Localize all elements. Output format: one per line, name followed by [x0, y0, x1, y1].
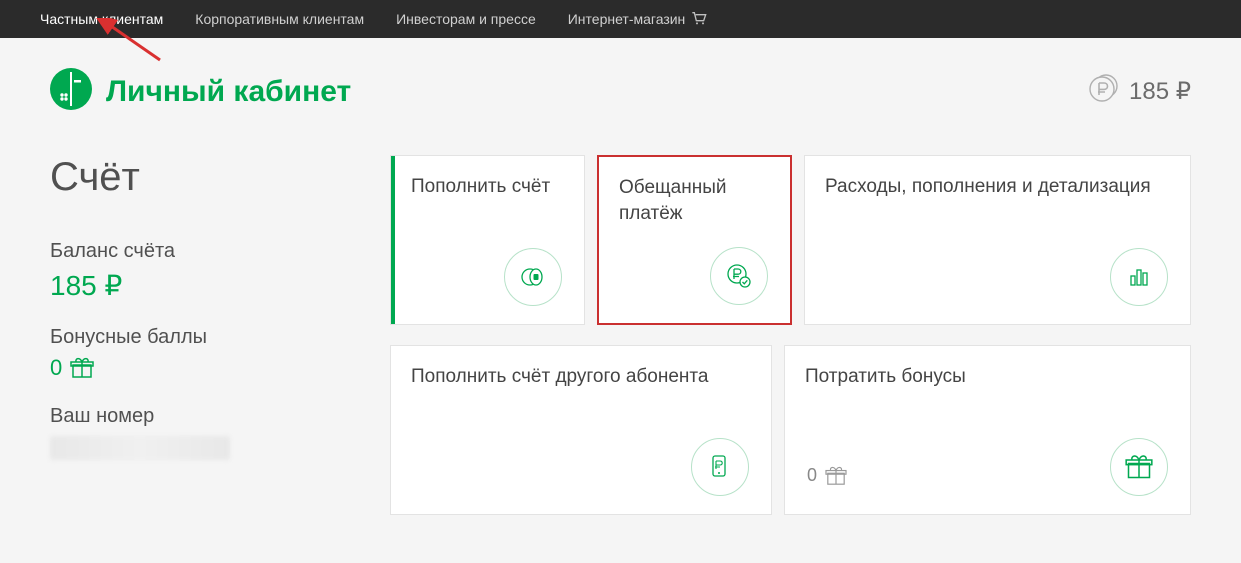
- gift-icon: [825, 466, 847, 486]
- brand: Личный кабинет: [50, 68, 351, 115]
- phone-label: Ваш номер: [50, 405, 350, 428]
- balance-label: Баланс счёта: [50, 240, 350, 263]
- balance-value: 185 ₽: [50, 269, 350, 302]
- nav-private-clients[interactable]: Частным клиентам: [40, 11, 163, 27]
- bonus-label: Бонусные баллы: [50, 326, 350, 349]
- nav-investors-press[interactable]: Инвесторам и прессе: [396, 11, 536, 27]
- promised-payment-icon: [710, 247, 768, 305]
- card-spend-bonus[interactable]: Потратить бонусы 0: [784, 345, 1191, 515]
- card-title: Потратить бонусы: [805, 364, 1170, 390]
- gift-icon: [70, 357, 94, 379]
- gift-circle-icon: [1110, 438, 1168, 496]
- bonus-number: 0: [50, 355, 62, 381]
- top-navigation: Частным клиентам Корпоративным клиентам …: [0, 0, 1241, 38]
- card-title: Расходы, пополнения и детализация: [825, 174, 1170, 200]
- brand-logo-icon: [50, 68, 92, 115]
- card-topup[interactable]: Пополнить счёт: [390, 155, 585, 325]
- bonus-value: 0: [50, 355, 350, 381]
- cart-icon: [691, 11, 707, 28]
- card-title: Пополнить счёт: [411, 174, 564, 200]
- cards-grid: Пополнить счёт Обещанный платёж Расходы,…: [390, 155, 1191, 515]
- card-title: Обещанный платёж: [619, 175, 770, 226]
- balance-amount: 185 ₽: [1129, 77, 1191, 106]
- bar-chart-icon: [1110, 248, 1168, 306]
- page-title: Личный кабинет: [106, 75, 351, 109]
- sidebar: Счёт Баланс счёта 185 ₽ Бонусные баллы 0…: [50, 155, 350, 515]
- card-expenses-details[interactable]: Расходы, пополнения и детализация: [804, 155, 1191, 325]
- card-title: Пополнить счёт другого абонента: [411, 364, 751, 390]
- sidebar-section-title: Счёт: [50, 155, 350, 200]
- card-topup-other[interactable]: Пополнить счёт другого абонента: [390, 345, 772, 515]
- header: Личный кабинет 185 ₽: [50, 68, 1191, 115]
- balance-badge[interactable]: 185 ₽: [1089, 73, 1191, 110]
- phone-value-redacted: [50, 436, 230, 460]
- ruble-circle-icon: [1089, 73, 1119, 110]
- topup-icon: [504, 248, 562, 306]
- nav-corporate-clients[interactable]: Корпоративным клиентам: [195, 11, 364, 27]
- nav-online-store[interactable]: Интернет-магазин: [568, 11, 708, 28]
- card-accent-strip: [391, 156, 395, 324]
- phone-ruble-icon: [691, 438, 749, 496]
- nav-store-label: Интернет-магазин: [568, 11, 686, 27]
- bonus-inline-value: 0: [807, 465, 847, 486]
- bonus-count: 0: [807, 465, 817, 486]
- card-promised-payment[interactable]: Обещанный платёж: [597, 155, 792, 325]
